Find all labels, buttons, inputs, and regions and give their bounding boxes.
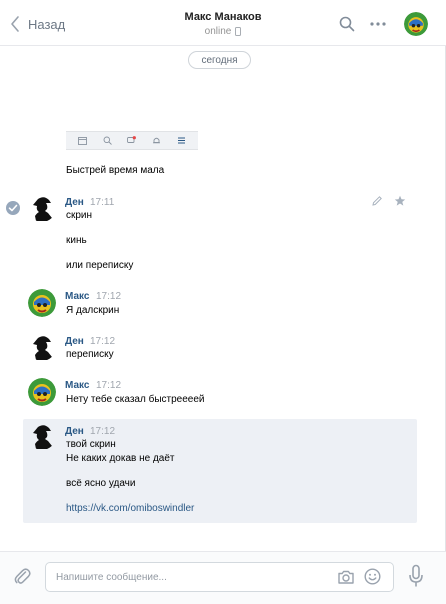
message-link[interactable]: https://vk.com/omiboswindler <box>66 503 194 514</box>
message-text: твой скрин <box>66 439 116 450</box>
avatar-maks[interactable] <box>28 378 56 406</box>
message-badge-icon <box>127 136 137 143</box>
message-author[interactable]: Макс <box>65 291 89 302</box>
message-author[interactable]: Макс <box>65 380 89 391</box>
microphone-icon[interactable] <box>408 564 424 588</box>
message-text: переписку <box>66 349 114 360</box>
mobile-phone-icon <box>235 27 242 36</box>
sherlock-silhouette-icon <box>33 197 52 221</box>
parrot-avatar-icon <box>28 289 56 317</box>
check-circle-icon[interactable] <box>6 201 20 215</box>
message-time: 17:11 <box>90 197 115 208</box>
back-button[interactable]: Назад <box>10 14 65 34</box>
message-text: или переписку <box>66 260 134 271</box>
message-author[interactable]: Ден <box>65 197 84 208</box>
message-text: Нету тебе сказал быстреееей <box>66 394 205 405</box>
message-input[interactable] <box>56 563 336 591</box>
star-icon[interactable] <box>394 195 406 207</box>
chevron-left-icon <box>11 16 19 32</box>
message-text: кинь <box>66 235 87 246</box>
avatar-den[interactable] <box>28 194 56 222</box>
search-icon <box>103 136 112 145</box>
bell-icon <box>153 137 161 144</box>
embedded-screenshot-strip <box>66 131 198 150</box>
sherlock-silhouette-icon <box>33 425 52 449</box>
pencil-icon[interactable] <box>371 195 383 207</box>
chat-window: Назад Макс Манаков online сегодня Быстре… <box>0 0 446 604</box>
date-separator: сегодня <box>188 51 251 69</box>
back-label: Назад <box>28 16 66 32</box>
message-author[interactable]: Ден <box>65 336 84 347</box>
contact-avatar[interactable] <box>404 12 428 36</box>
chat-title: Макс Манаков <box>184 11 262 23</box>
message-time: 17:12 <box>96 291 122 302</box>
smile-icon[interactable] <box>364 568 381 585</box>
message-text: всё ясно удачи <box>66 478 136 489</box>
calendar-icon <box>77 137 87 145</box>
menu-icon <box>178 137 186 144</box>
message-text: скрин <box>66 210 93 221</box>
avatar-den[interactable] <box>28 333 56 361</box>
search-icon[interactable] <box>339 16 355 32</box>
message-text: Быстрей время мала <box>66 165 165 176</box>
message-author[interactable]: Ден <box>65 426 84 437</box>
camera-icon[interactable] <box>337 569 355 585</box>
chat-header: Назад Макс Манаков online <box>0 0 446 46</box>
sherlock-silhouette-icon <box>33 336 52 360</box>
online-status: online <box>150 26 296 37</box>
avatar-den[interactable] <box>28 422 56 450</box>
message-time: 17:12 <box>90 336 116 347</box>
parrot-avatar-icon <box>28 378 56 406</box>
message-time: 17:12 <box>90 426 116 437</box>
more-dots-icon[interactable] <box>369 16 387 32</box>
status-text: online <box>204 26 232 37</box>
avatar-maks[interactable] <box>28 289 56 317</box>
message-text: Не каких докав не даёт <box>66 453 175 464</box>
parrot-avatar-icon <box>404 12 428 36</box>
paperclip-icon[interactable] <box>13 566 31 586</box>
message-text: Я далскрин <box>66 305 120 316</box>
chat-title-block[interactable]: Макс Манаков online <box>150 11 296 37</box>
message-time: 17:12 <box>96 380 122 391</box>
